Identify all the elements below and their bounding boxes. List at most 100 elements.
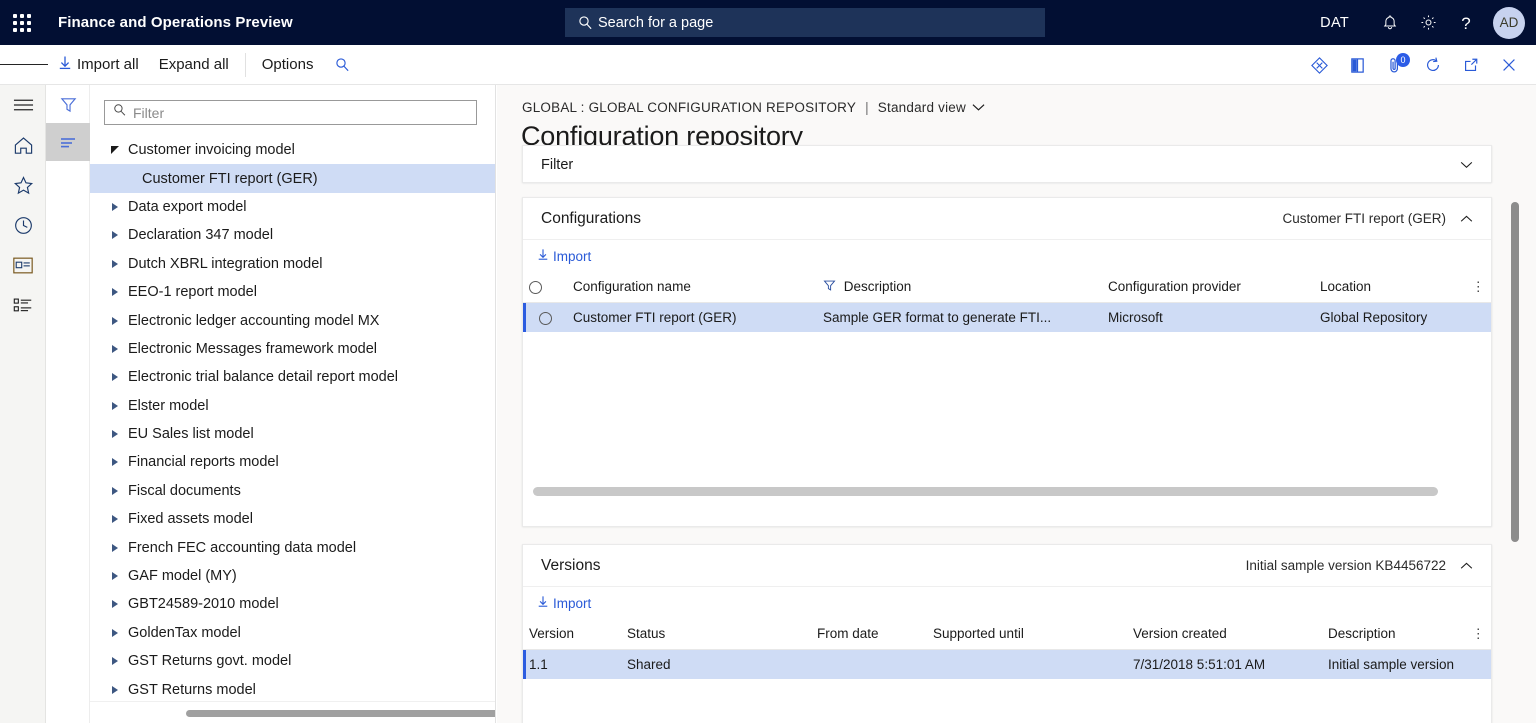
tree-expand-triangle-right-icon[interactable] bbox=[104, 657, 126, 665]
chevron-up-icon[interactable] bbox=[1460, 559, 1473, 573]
tree-expand-triangle-right-icon[interactable] bbox=[104, 402, 126, 410]
radio-icon[interactable] bbox=[539, 312, 552, 325]
select-all-cell[interactable] bbox=[523, 272, 567, 302]
column-header-from-date[interactable]: From date bbox=[811, 619, 927, 649]
tree-node[interactable]: Electronic Messages framework model bbox=[90, 335, 496, 363]
tree-expand-triangle-right-icon[interactable] bbox=[104, 487, 126, 495]
column-header-status[interactable]: Status bbox=[621, 619, 811, 649]
filter-card-header[interactable]: Filter bbox=[523, 146, 1491, 184]
tree-node[interactable]: Fiscal documents bbox=[90, 477, 496, 505]
column-header-configuration-provider[interactable]: Configuration provider bbox=[1102, 272, 1314, 302]
tree-node[interactable]: GST Returns model bbox=[90, 675, 496, 703]
tree-node[interactable]: EEO-1 report model bbox=[90, 278, 496, 306]
app-launcher-button[interactable] bbox=[0, 0, 44, 45]
chevron-up-icon[interactable] bbox=[1460, 212, 1473, 226]
column-header-description[interactable]: Description bbox=[817, 272, 1102, 302]
column-header-configuration-name[interactable]: Configuration name bbox=[567, 272, 817, 302]
tree-node[interactable]: Electronic ledger accounting model MX bbox=[90, 306, 496, 334]
column-header-version-created[interactable]: Version created bbox=[1127, 619, 1322, 649]
versions-card-header[interactable]: Versions Initial sample version KB445672… bbox=[523, 545, 1491, 587]
rail-menu-button[interactable] bbox=[0, 85, 46, 125]
recent-clock-icon[interactable] bbox=[0, 205, 46, 245]
home-icon[interactable] bbox=[0, 125, 46, 165]
tree-node[interactable]: GAF model (MY) bbox=[90, 562, 496, 590]
main-vertical-scrollbar[interactable] bbox=[1511, 202, 1519, 542]
close-icon[interactable] bbox=[1490, 45, 1528, 85]
cell-location[interactable]: Global Repository bbox=[1314, 302, 1491, 332]
configurations-card-header[interactable]: Configurations Customer FTI report (GER) bbox=[523, 198, 1491, 240]
tree-node[interactable]: Customer invoicing model bbox=[90, 136, 496, 164]
tree-node[interactable]: Electronic trial balance detail report m… bbox=[90, 363, 496, 391]
favorites-star-icon[interactable] bbox=[0, 165, 46, 205]
tree-filter-input[interactable]: Filter bbox=[104, 100, 477, 125]
column-header-version-description[interactable]: Description ⋮ bbox=[1322, 619, 1491, 649]
tree-lines-icon[interactable] bbox=[46, 123, 90, 161]
cell-version-created[interactable]: 7/31/2018 5:51:01 AM bbox=[1127, 649, 1322, 679]
column-options-icon[interactable]: ⋮ bbox=[1472, 626, 1486, 642]
tree-expand-triangle-right-icon[interactable] bbox=[104, 629, 126, 637]
tree-node[interactable]: Dutch XBRL integration model bbox=[90, 250, 496, 278]
tree-expand-triangle-right-icon[interactable] bbox=[104, 373, 126, 381]
cell-supported-until[interactable] bbox=[927, 649, 1127, 679]
table-row[interactable]: Customer FTI report (GER)Sample GER form… bbox=[523, 302, 1491, 332]
modules-list-icon[interactable] bbox=[0, 285, 46, 325]
column-header-supported-until[interactable]: Supported until bbox=[927, 619, 1127, 649]
view-selector[interactable]: Standard view bbox=[878, 100, 985, 115]
power-bi-diamond-icon[interactable] bbox=[1300, 45, 1338, 85]
column-header-location[interactable]: Location ⋮ bbox=[1314, 272, 1491, 302]
tree-node[interactable]: French FEC accounting data model bbox=[90, 533, 496, 561]
table-row[interactable]: 1.1Shared 7/31/2018 5:51:01 AMInitial sam… bbox=[523, 649, 1491, 679]
tree-expand-triangle-right-icon[interactable] bbox=[104, 231, 126, 239]
refresh-icon[interactable] bbox=[1414, 45, 1452, 85]
chevron-down-icon[interactable] bbox=[1460, 158, 1473, 172]
cell-configuration-name[interactable]: Customer FTI report (GER) bbox=[567, 302, 817, 332]
filter-funnel-icon[interactable] bbox=[46, 85, 90, 123]
tree-node[interactable]: Elster model bbox=[90, 392, 496, 420]
tree-expand-triangle-right-icon[interactable] bbox=[104, 203, 126, 211]
cell-version[interactable]: 1.1 bbox=[523, 649, 621, 679]
tree-node[interactable]: EU Sales list model bbox=[90, 420, 496, 448]
tree-expand-triangle-right-icon[interactable] bbox=[104, 544, 126, 552]
settings-gear-icon[interactable] bbox=[1409, 0, 1447, 45]
tree-expand-triangle-right-icon[interactable] bbox=[104, 260, 126, 268]
workspaces-icon[interactable] bbox=[0, 245, 46, 285]
filter-funnel-icon[interactable] bbox=[823, 280, 840, 295]
tree-node[interactable]: Financial reports model bbox=[90, 448, 496, 476]
tree-expand-triangle-right-icon[interactable] bbox=[104, 600, 126, 608]
cell-status[interactable]: Shared bbox=[621, 649, 811, 679]
tree-expand-triangle-right-icon[interactable] bbox=[104, 430, 126, 438]
options-button[interactable]: Options bbox=[252, 52, 324, 77]
tree-expand-triangle-right-icon[interactable] bbox=[104, 458, 126, 466]
cell-version-description[interactable]: Initial sample version bbox=[1322, 649, 1491, 679]
tree-expand-triangle-right-icon[interactable] bbox=[104, 345, 126, 353]
tree-node[interactable]: Data export model bbox=[90, 193, 496, 221]
tree-expand-triangle-right-icon[interactable] bbox=[104, 317, 126, 325]
column-options-icon[interactable]: ⋮ bbox=[1472, 279, 1486, 295]
column-header-version[interactable]: Version bbox=[523, 619, 621, 649]
versions-import-button[interactable]: Import bbox=[537, 595, 591, 611]
attachments-paperclip-icon[interactable]: 0 bbox=[1376, 45, 1414, 85]
expand-all-button[interactable]: Expand all bbox=[149, 52, 239, 77]
tree-horizontal-scrollbar[interactable] bbox=[186, 710, 496, 717]
radio-icon[interactable] bbox=[529, 281, 542, 294]
office-app-icon[interactable] bbox=[1338, 45, 1376, 85]
global-search-box[interactable]: Search for a page bbox=[565, 8, 1045, 37]
cell-description[interactable]: Sample GER format to generate FTI... bbox=[817, 302, 1102, 332]
import-all-button[interactable]: Import all bbox=[48, 51, 149, 78]
help-question-icon[interactable]: ? bbox=[1447, 0, 1485, 45]
tree-node[interactable]: Declaration 347 model bbox=[90, 221, 496, 249]
tree-node[interactable]: Fixed assets model bbox=[90, 505, 496, 533]
tree-expand-triangle-down-icon[interactable] bbox=[104, 146, 126, 154]
action-pane-search-icon[interactable] bbox=[323, 45, 361, 85]
tree-expand-triangle-right-icon[interactable] bbox=[104, 515, 126, 523]
tree-node[interactable]: GoldenTax model bbox=[90, 619, 496, 647]
navigation-menu-button[interactable] bbox=[0, 45, 48, 85]
tree-expand-triangle-right-icon[interactable] bbox=[104, 288, 126, 296]
filter-card[interactable]: Filter bbox=[522, 145, 1492, 183]
cell-from-date[interactable] bbox=[811, 649, 927, 679]
notifications-bell-icon[interactable] bbox=[1371, 0, 1409, 45]
tree-expand-triangle-right-icon[interactable] bbox=[104, 572, 126, 580]
row-select-cell[interactable] bbox=[523, 302, 567, 332]
configurations-import-button[interactable]: Import bbox=[537, 248, 591, 264]
tree-expand-triangle-right-icon[interactable] bbox=[104, 686, 126, 694]
